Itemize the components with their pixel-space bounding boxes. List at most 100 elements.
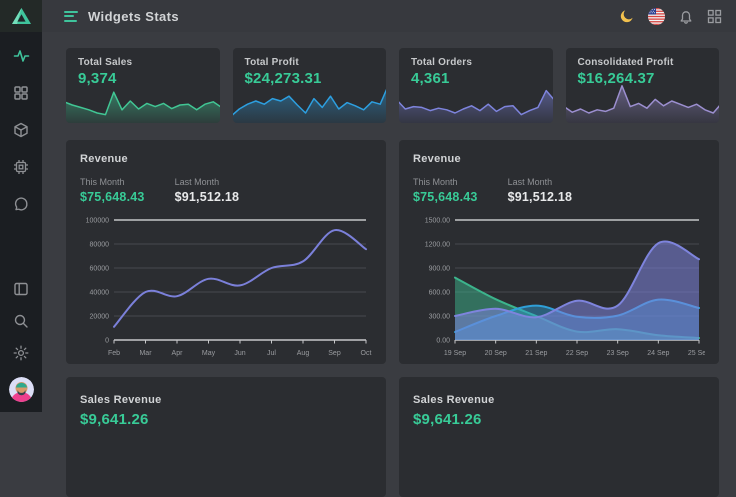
last-month-value: $91,512.18 [175,190,240,204]
svg-text:24 Sep: 24 Sep [647,350,669,357]
svg-text:0.00: 0.00 [436,338,450,345]
apps-icon[interactable] [707,9,722,24]
svg-text:Mar: Mar [139,350,152,357]
svg-text:22 Sep: 22 Sep [566,350,588,357]
sidebar-item-products[interactable] [13,122,29,138]
last-month-group: Last Month $91,512.18 [175,177,240,204]
charts-row: Revenue This Month $75,648.43 Last Month… [66,140,719,364]
revenue-monthly-card: Revenue This Month $75,648.43 Last Month… [66,140,386,364]
us-flag-icon[interactable] [648,8,665,25]
content: Total Sales 9,374 Total Profit $24,273.3… [42,32,736,497]
svg-text:25 Sep: 25 Sep [688,350,705,357]
last-month-group: Last Month $91,512.18 [508,177,573,204]
stat-card-consolidated-profit: Consolidated Profit $16,264.37 [566,48,720,123]
this-month-value: $75,648.43 [413,190,478,204]
svg-text:Sep: Sep [328,350,341,357]
svg-text:Jul: Jul [267,350,276,357]
stat-label: Consolidated Profit [578,57,708,68]
sidebar-item-system[interactable] [13,159,29,175]
sidebar-bottom [9,281,34,412]
stat-label: Total Sales [78,57,208,68]
grid-icon [13,85,29,101]
card-title: Sales Revenue [413,394,495,406]
stat-card-total-profit: Total Profit $24,273.31 [233,48,387,123]
svg-text:1200.00: 1200.00 [425,242,450,249]
sidebar-item-search[interactable] [13,313,29,329]
stat-card-total-orders: Total Orders 4,361 [399,48,553,123]
stats-row: Total Sales 9,374 Total Profit $24,273.3… [66,48,719,123]
last-month-label: Last Month [508,177,573,187]
sales-revenue-value: $9,641.26 [80,411,372,428]
svg-text:100000: 100000 [86,218,109,225]
svg-text:900.00: 900.00 [429,266,451,273]
avatar-image [9,377,34,402]
card-title: Revenue [80,153,372,165]
svg-text:Oct: Oct [361,350,372,357]
last-month-label: Last Month [175,177,240,187]
svg-text:0: 0 [105,338,109,345]
bottom-row: Sales Revenue $9,641.26 Sales Revenue $9… [66,377,719,497]
this-month-group: This Month $75,648.43 [413,177,478,204]
app-root: Widgets Stats [0,0,736,412]
revenue-daily-card: Revenue This Month $75,648.43 Last Month… [399,140,719,364]
bell-icon[interactable] [678,8,694,24]
layout-icon [13,281,29,297]
this-month-label: This Month [413,177,478,187]
triangle-logo-icon [11,7,32,25]
box-icon [13,122,29,138]
svg-text:May: May [202,350,216,357]
svg-text:20 Sep: 20 Sep [485,350,507,357]
stat-card-total-sales: Total Sales 9,374 [66,48,220,123]
revenue-monthly-chart: 0 20000 40000 60000 80000 100000 Feb Mar Apr May J… [80,210,372,360]
menu-icon[interactable] [64,8,78,24]
sidebar-item-widgets[interactable] [13,85,29,101]
sidebar-item-dashboard[interactable] [13,48,30,64]
svg-text:Jun: Jun [234,350,245,357]
stat-label: Total Profit [245,57,375,68]
this-month-label: This Month [80,177,145,187]
svg-text:Aug: Aug [297,350,310,357]
svg-text:80000: 80000 [90,242,110,249]
svg-text:21 Sep: 21 Sep [525,350,547,357]
card-title: Revenue [413,153,705,165]
activity-icon [13,48,30,64]
this-month-group: This Month $75,648.43 [80,177,145,204]
sidebar-item-messages[interactable] [13,196,29,212]
revenue-summary: This Month $75,648.43 Last Month $91,512… [80,177,372,204]
sidebar [0,0,42,412]
settings-icon [13,345,29,361]
this-month-value: $75,648.43 [80,190,145,204]
total-orders-sparkline [399,77,553,123]
svg-text:19 Sep: 19 Sep [444,350,466,357]
svg-text:23 Sep: 23 Sep [607,350,629,357]
svg-text:600.00: 600.00 [429,290,451,297]
app-logo[interactable] [0,0,42,32]
revenue-daily-chart: 0.00300.00600.00900.001200.001500.0019 S… [413,210,705,360]
moon-icon[interactable] [619,8,635,24]
stat-label: Total Orders [411,57,541,68]
user-avatar[interactable] [9,377,34,402]
sidebar-item-settings[interactable] [13,345,29,361]
search-icon [13,313,29,329]
main-area: Widgets Stats [42,0,736,412]
card-title: Sales Revenue [80,394,162,406]
cpu-icon [13,159,29,175]
svg-text:Feb: Feb [108,350,120,357]
page-title: Widgets Stats [88,9,179,24]
top-header: Widgets Stats [42,0,736,32]
sidebar-item-layout[interactable] [13,281,29,297]
svg-text:Apr: Apr [172,350,184,357]
sidebar-nav [13,48,30,212]
sales-revenue-value: $9,641.26 [413,411,705,428]
total-profit-sparkline [233,77,387,123]
svg-text:60000: 60000 [90,266,110,273]
svg-text:40000: 40000 [90,290,110,297]
sales-revenue-right-card: Sales Revenue $9,641.26 [399,377,719,497]
consolidated-profit-sparkline [566,77,720,123]
revenue-summary: This Month $75,648.43 Last Month $91,512… [413,177,705,204]
header-actions [619,8,722,25]
svg-text:1500.00: 1500.00 [425,218,450,225]
sales-revenue-left-card: Sales Revenue $9,641.26 [66,377,386,497]
last-month-value: $91,512.18 [508,190,573,204]
svg-text:20000: 20000 [90,314,110,321]
